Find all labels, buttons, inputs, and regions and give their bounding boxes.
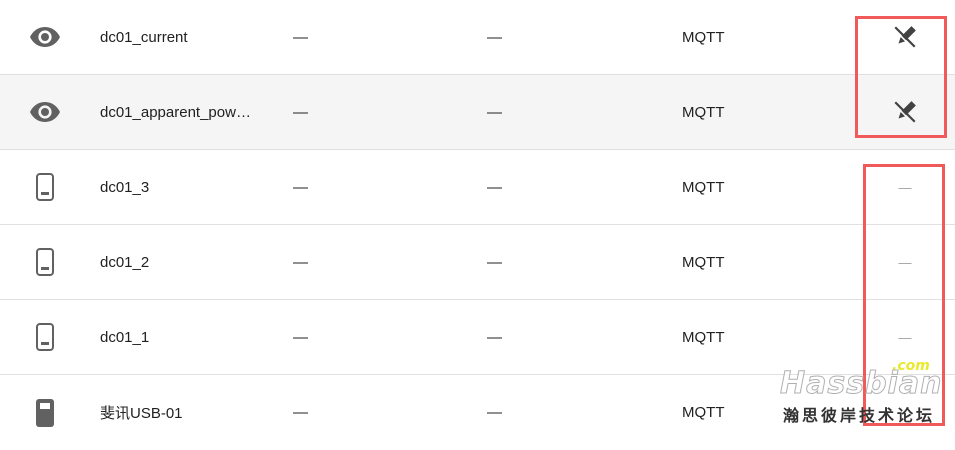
usb-device-icon <box>25 375 65 450</box>
phone-icon <box>25 150 65 224</box>
eye-icon <box>25 0 65 74</box>
table-row[interactable]: dc01_2 — — MQTT — <box>0 225 955 300</box>
entity-integration: MQTT <box>682 253 725 271</box>
entity-value: — <box>487 253 502 271</box>
entity-value: — <box>487 28 502 46</box>
entity-value: — <box>293 28 308 46</box>
entity-name: dc01_3 <box>100 178 150 196</box>
entity-integration: MQTT <box>682 404 725 421</box>
entity-value: — <box>293 253 308 271</box>
watermark-logo: .com Hassbian 瀚思彼岸技术论坛 <box>778 358 941 425</box>
entity-value: — <box>293 103 308 121</box>
edit-off-icon[interactable] <box>880 75 930 149</box>
edit-off-icon[interactable] <box>880 0 930 74</box>
entity-name: dc01_2 <box>100 253 150 271</box>
entity-value: — <box>487 328 502 346</box>
entity-integration: MQTT <box>682 328 725 346</box>
entity-value: — <box>487 103 502 121</box>
watermark-cn: 瀚思彼岸技术论坛 <box>783 406 936 425</box>
table-row[interactable]: dc01_3 — — MQTT — <box>0 150 955 225</box>
entity-name: 斐讯USB-01 <box>100 405 183 422</box>
entity-value: — <box>487 178 502 196</box>
table-row[interactable]: dc01_apparent_pow… — — MQTT <box>0 75 955 150</box>
eye-icon <box>25 75 65 149</box>
phone-icon <box>25 225 65 299</box>
entity-value: — <box>293 178 308 196</box>
table-row[interactable]: dc01_current — — MQTT <box>0 0 955 75</box>
entity-integration: MQTT <box>682 103 725 121</box>
entity-integration: MQTT <box>682 178 725 196</box>
entity-value: — <box>293 404 308 421</box>
action-placeholder: — <box>898 254 912 270</box>
entity-name: dc01_current <box>100 28 188 46</box>
watermark-main: Hassbian <box>779 366 943 402</box>
entity-value: — <box>293 328 308 346</box>
entity-integration: MQTT <box>682 28 725 46</box>
action-placeholder: — <box>898 179 912 195</box>
entity-name: dc01_1 <box>100 328 150 346</box>
phone-icon <box>25 300 65 374</box>
entity-value: — <box>487 404 502 421</box>
entity-name: dc01_apparent_pow… <box>100 103 251 121</box>
